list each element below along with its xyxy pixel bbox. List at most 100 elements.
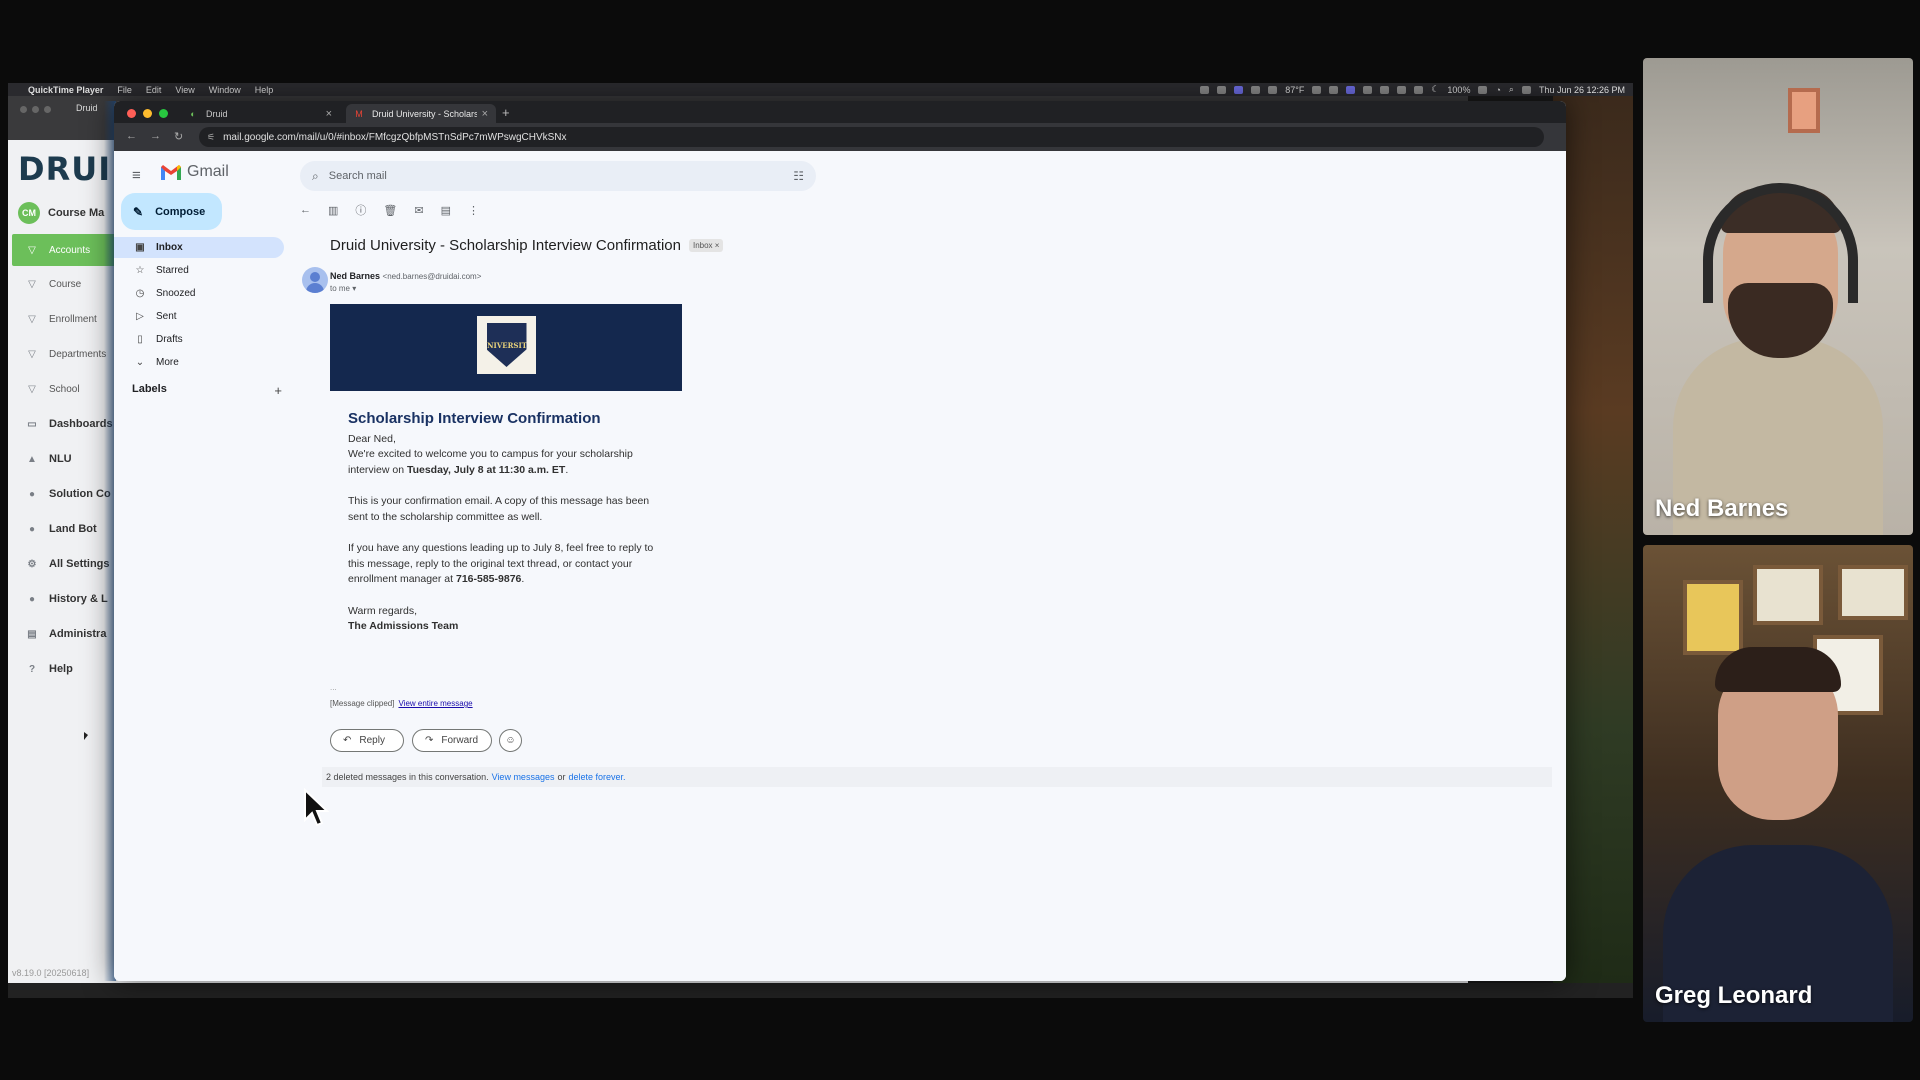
zoom-window-button[interactable]	[159, 109, 168, 118]
nav-sent[interactable]: ▷ Sent	[114, 306, 284, 327]
view-messages-link[interactable]: View messages	[492, 772, 555, 782]
minimize-window-button[interactable]	[143, 109, 152, 118]
close-window-button[interactable]	[127, 109, 136, 118]
search-bar[interactable]: ⌕ Search mail ☷	[300, 161, 816, 191]
archive-icon[interactable]: ▥	[328, 204, 338, 217]
druid-tab-label[interactable]: Druid	[76, 103, 98, 113]
shield-icon: UNIVERSITY	[486, 323, 527, 367]
inbox-label-chip[interactable]: Inbox ×	[688, 239, 724, 252]
close-window-button[interactable]	[20, 106, 27, 113]
site-settings-icon[interactable]: ⚟	[207, 132, 215, 143]
search-icon[interactable]: ⌕	[1509, 84, 1514, 95]
report-spam-icon[interactable]: ⓘ	[355, 202, 366, 218]
sidebar-item-solution[interactable]: ● Solution Co	[12, 478, 118, 510]
menubar-app-name[interactable]: QuickTime Player	[28, 85, 103, 95]
back-icon[interactable]: ←	[126, 130, 137, 142]
gmail-logo[interactable]: Gmail	[160, 163, 229, 181]
sidebar-item-all-settings[interactable]: ⚙ All Settings	[12, 548, 118, 580]
nav-label: Inbox	[156, 242, 183, 253]
new-tab-icon[interactable]: +	[502, 105, 510, 120]
sidebar-item-help[interactable]: ? Help	[12, 653, 118, 685]
weather-text[interactable]: 87°F	[1285, 85, 1304, 95]
status-icon[interactable]	[1346, 85, 1356, 94]
reload-icon[interactable]: ↻	[174, 130, 183, 143]
nav-more[interactable]: ⌄ More	[114, 352, 284, 373]
tab-druid[interactable]: ◐ Druid ×	[180, 104, 340, 123]
table-icon: ▤	[27, 628, 37, 640]
sidebar-item-school[interactable]: ▽ School	[12, 373, 118, 405]
sidebar-item-departments[interactable]: ▽ Departments	[12, 338, 118, 370]
search-icon[interactable]: ⌕	[312, 169, 319, 184]
nav-inbox[interactable]: ▣ Inbox	[114, 237, 284, 258]
avatar-head	[310, 272, 320, 282]
battery-icon[interactable]	[1478, 85, 1488, 94]
menu-file[interactable]: File	[117, 85, 132, 95]
status-icon[interactable]	[1217, 85, 1227, 94]
compose-button[interactable]: ✎ Compose	[121, 193, 222, 230]
nav-drafts[interactable]: ▯ Drafts	[114, 329, 284, 350]
back-arrow-icon[interactable]: ←	[300, 204, 311, 216]
sidebar-item-administration[interactable]: ▤ Administra	[12, 618, 118, 650]
tab-gmail[interactable]: M Druid University - Scholarshi ×	[346, 104, 496, 123]
screen-share-icon[interactable]	[1234, 85, 1244, 94]
sidebar-item-accounts[interactable]: ▽ Accounts	[12, 234, 118, 266]
trimmed-content-dots[interactable]: ...	[330, 683, 337, 692]
close-tab-icon[interactable]: ×	[482, 108, 488, 120]
close-tab-icon[interactable]: ×	[326, 108, 332, 120]
wifi-icon[interactable]: ◔	[1495, 85, 1500, 95]
add-label-icon[interactable]: +	[274, 383, 282, 398]
headphones-icon[interactable]	[1363, 85, 1373, 94]
nav-starred[interactable]: ☆ Starred	[114, 260, 284, 281]
sidebar-item-enrollment[interactable]: ▽ Enrollment	[12, 303, 118, 335]
search-input[interactable]: Search mail	[329, 170, 387, 182]
zoom-window-button[interactable]	[44, 106, 51, 113]
status-icon[interactable]	[1251, 85, 1261, 94]
video-tile-ned[interactable]: Ned Barnes	[1643, 58, 1913, 535]
status-icon[interactable]	[1312, 85, 1322, 94]
sender-name[interactable]: Ned Barnes	[330, 271, 380, 281]
move-to-icon[interactable]: ▤	[441, 204, 451, 217]
mouse-cursor-icon	[304, 788, 329, 827]
nav-snoozed[interactable]: ◷ Snoozed	[114, 283, 284, 304]
sidebar-item-dashboards[interactable]: ▭ Dashboards	[12, 408, 118, 440]
sender-avatar[interactable]	[302, 267, 328, 293]
sidebar-item-course[interactable]: ▽ Course	[12, 268, 118, 300]
menu-view[interactable]: View	[175, 85, 194, 95]
status-icon[interactable]	[1380, 85, 1390, 94]
menu-window[interactable]: Window	[209, 85, 241, 95]
forward-button[interactable]: ↷ Forward	[412, 729, 492, 752]
pencil-icon: ✎	[133, 204, 144, 219]
clock-icon[interactable]	[1397, 85, 1407, 94]
sidebar-item-label: NLU	[49, 453, 72, 465]
bluetooth-icon[interactable]	[1414, 85, 1424, 94]
druid-sidebar: DRUID CM Course Ma ▽ Accounts ▽ Course ▽ En…	[8, 140, 138, 983]
view-entire-message-link[interactable]: View entire message	[398, 699, 472, 708]
url-bar[interactable]: ⚟ mail.google.com/mail/u/0/#inbox/FMfcgz…	[199, 127, 1544, 147]
gmail-favicon-icon: M	[355, 108, 363, 119]
delete-icon[interactable]: 🗑	[383, 204, 397, 217]
search-options-icon[interactable]: ☷	[793, 169, 804, 183]
delete-forever-link[interactable]: delete forever.	[568, 772, 625, 782]
sidebar-item-land-bot[interactable]: ● Land Bot	[12, 513, 118, 545]
sidebar-item-nlu[interactable]: ▲ NLU	[12, 443, 118, 475]
status-icon[interactable]	[1200, 85, 1210, 94]
sidebar-item-history[interactable]: ● History & L	[12, 583, 118, 615]
druid-user[interactable]: CM Course Ma	[18, 202, 104, 224]
recipient-details[interactable]: to me ▾	[330, 284, 356, 293]
more-options-icon[interactable]: ⋮	[468, 204, 479, 217]
emoji-reaction-button[interactable]: ☺	[499, 729, 522, 752]
menubar-clock[interactable]: Thu Jun 26 12:26 PM	[1539, 85, 1625, 95]
minimize-window-button[interactable]	[32, 106, 39, 113]
menu-help[interactable]: Help	[255, 85, 274, 95]
reply-button[interactable]: ↶ Reply	[330, 729, 404, 752]
moon-icon[interactable]: ☾	[1431, 84, 1439, 95]
mark-unread-icon[interactable]: ✉	[414, 204, 423, 217]
status-icon[interactable]	[1268, 85, 1278, 94]
control-center-icon[interactable]	[1521, 85, 1531, 94]
battery-text[interactable]: 100%	[1447, 85, 1470, 95]
menu-edit[interactable]: Edit	[146, 85, 162, 95]
status-icon[interactable]	[1329, 85, 1339, 94]
forward-icon[interactable]: →	[150, 130, 161, 142]
video-tile-greg[interactable]: Greg Leonard	[1643, 545, 1913, 1022]
hamburger-menu-icon[interactable]: ≡	[132, 167, 141, 184]
